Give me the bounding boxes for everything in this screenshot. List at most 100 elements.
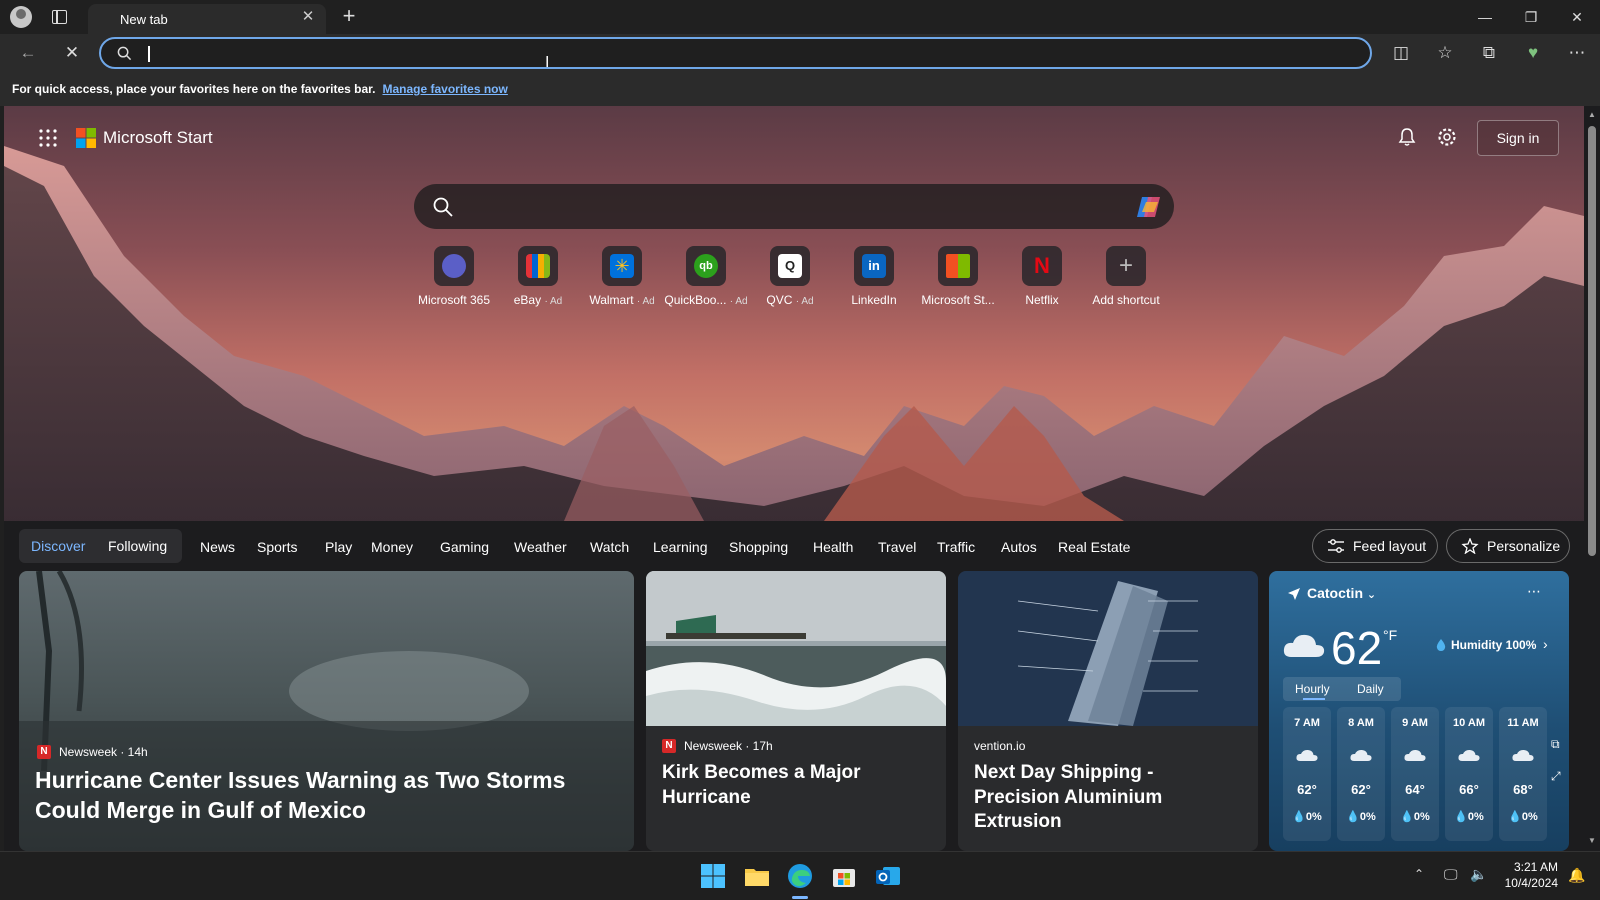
weather-card[interactable]: Catoctin ⌄ ⋯ 62 °F Humidity 100% › Hourl…: [1269, 571, 1569, 851]
volume-icon[interactable]: 🔈: [1470, 866, 1487, 883]
close-window-icon[interactable]: ✕: [1565, 6, 1589, 28]
netflix-icon: N: [1022, 246, 1062, 286]
new-tab-plus-icon[interactable]: +: [338, 5, 360, 27]
settings-gear-icon[interactable]: [1436, 126, 1458, 148]
apps-grid-icon[interactable]: [38, 128, 58, 148]
category-autos[interactable]: Autos: [1001, 538, 1037, 556]
restore-icon[interactable]: ❐: [1519, 6, 1543, 28]
browser-toolbar: ← ✕ ◫ ☆ ⧉ ♥ ⋯: [0, 34, 1600, 72]
precip-value: 0%: [1413, 811, 1430, 823]
hour-time: 10 AM: [1453, 717, 1485, 729]
ad-badge: · Ad: [636, 296, 655, 307]
category-shopping[interactable]: Shopping: [729, 538, 788, 556]
category-learning[interactable]: Learning: [653, 538, 708, 556]
system-clock[interactable]: 3:21 AM 10/4/2024: [1498, 859, 1558, 891]
windows-taskbar: ⌃ 🖵 🔈 3:21 AM 10/4/2024 🔔: [0, 851, 1600, 900]
shortcut-label: Microsoft 365: [417, 293, 491, 307]
outlook-icon[interactable]: [874, 862, 902, 890]
back-arrow-icon[interactable]: ←: [17, 42, 39, 64]
shortcut-walmart[interactable]: ✳ Walmart · Ad: [580, 246, 664, 307]
tab-daily[interactable]: Daily: [1357, 682, 1384, 696]
category-real-estate[interactable]: Real Estate: [1058, 538, 1130, 556]
split-screen-icon[interactable]: ◫: [1390, 42, 1412, 64]
shortcut-ebay[interactable]: eBay · Ad: [496, 246, 580, 307]
windows-start-icon[interactable]: [699, 862, 727, 890]
hour-temp: 64°: [1405, 782, 1425, 797]
shortcut-linkedin[interactable]: in LinkedIn: [832, 246, 916, 307]
personalize-button[interactable]: Personalize: [1446, 529, 1570, 563]
profile-avatar-icon[interactable]: [10, 6, 32, 28]
text-caret: [148, 46, 150, 62]
chevron-right-icon[interactable]: ›: [1543, 636, 1548, 652]
hour-temp: 66°: [1459, 782, 1479, 797]
page-scrollbar[interactable]: ▲ ▼: [1584, 106, 1600, 851]
ad-card-vention[interactable]: vention.io Next Day Shipping - Precision…: [958, 571, 1258, 851]
scroll-up-icon[interactable]: ▲: [1588, 110, 1596, 119]
scroll-thumb[interactable]: [1588, 126, 1596, 556]
notifications-bell-icon[interactable]: [1396, 126, 1418, 148]
shortcut-add[interactable]: + Add shortcut: [1084, 246, 1168, 307]
network-icon[interactable]: 🖵: [1444, 866, 1458, 883]
collections-icon[interactable]: ⧉: [1478, 42, 1500, 64]
shortcut-microsoft-store[interactable]: Microsoft St...: [916, 246, 1000, 307]
sign-in-button[interactable]: Sign in: [1477, 120, 1559, 156]
card-source: Newsweek · 14h: [59, 745, 148, 759]
newsweek-logo-icon: N: [662, 739, 676, 753]
category-weather[interactable]: Weather: [514, 538, 567, 556]
category-money[interactable]: Money: [371, 538, 413, 556]
brand-title[interactable]: Microsoft Start: [103, 128, 213, 148]
shortcut-microsoft-365[interactable]: Microsoft 365: [412, 246, 496, 307]
tab-actions-icon[interactable]: [52, 10, 67, 24]
card-headline[interactable]: Kirk Becomes a Major Hurricane: [662, 761, 922, 810]
shortcut-netflix[interactable]: N Netflix: [1000, 246, 1084, 307]
manage-favorites-link[interactable]: Manage favorites now: [382, 82, 507, 96]
category-gaming[interactable]: Gaming: [440, 538, 489, 556]
category-watch[interactable]: Watch: [590, 538, 629, 556]
search-icon: [433, 197, 453, 217]
category-news[interactable]: News: [200, 538, 235, 556]
tab-close-icon[interactable]: ✕: [300, 9, 316, 25]
browser-essentials-icon[interactable]: ♥: [1522, 42, 1544, 64]
category-play[interactable]: Play: [325, 538, 352, 556]
temperature-unit: °F: [1383, 627, 1398, 643]
shortcut-qvc[interactable]: Q QVC · Ad: [748, 246, 832, 307]
web-search-box[interactable]: [414, 184, 1174, 229]
stop-loading-icon[interactable]: ✕: [61, 42, 83, 64]
shortcut-label: Add shortcut: [1092, 293, 1160, 307]
category-sports[interactable]: Sports: [257, 538, 297, 556]
hour-time: 11 AM: [1507, 717, 1539, 729]
edge-browser-icon[interactable]: [786, 862, 814, 890]
more-options-icon[interactable]: ⋯: [1527, 583, 1541, 600]
category-health[interactable]: Health: [813, 538, 853, 556]
more-menu-icon[interactable]: ⋯: [1566, 42, 1588, 64]
microsoft-store-taskbar-icon[interactable]: [830, 862, 858, 890]
tab-hourly[interactable]: Hourly: [1295, 682, 1330, 696]
address-bar[interactable]: [99, 37, 1372, 69]
feed-layout-button[interactable]: Feed layout: [1312, 529, 1438, 563]
hour-precip: 💧0%: [1400, 811, 1430, 823]
card-headline[interactable]: Hurricane Center Issues Warning as Two S…: [35, 766, 595, 826]
category-traffic[interactable]: Traffic: [937, 538, 975, 556]
scroll-down-icon[interactable]: ▼: [1588, 836, 1596, 845]
news-card-kirk-hurricane[interactable]: N Newsweek · 17h Kirk Becomes a Major Hu…: [646, 571, 946, 851]
category-travel[interactable]: Travel: [878, 538, 916, 556]
tab-new-tab[interactable]: New tab: [88, 4, 326, 34]
browser-window: New tab ✕ + — ❐ ✕ ← ✕ ◫ ☆ ⧉ ♥ ⋯ I For qu…: [0, 0, 1600, 900]
notification-bell-icon[interactable]: 🔔: [1568, 867, 1585, 884]
microsoft-365-icon: [434, 246, 474, 286]
news-card-hurricane-warning[interactable]: N Newsweek · 14h Hurricane Center Issues…: [19, 571, 634, 851]
clock-date: 10/4/2024: [1504, 876, 1558, 890]
minimize-icon[interactable]: —: [1473, 6, 1497, 28]
tab-following[interactable]: Following: [108, 537, 167, 555]
shortcut-quickbooks[interactable]: qb QuickBoo... · Ad: [664, 246, 748, 307]
expand-icon[interactable]: ⤢: [1551, 769, 1561, 784]
file-explorer-icon[interactable]: [743, 862, 771, 890]
copilot-icon[interactable]: [1134, 192, 1164, 222]
chevron-up-icon[interactable]: ⌃: [1414, 867, 1424, 881]
weather-location[interactable]: Catoctin ⌄: [1307, 585, 1376, 601]
map-icon[interactable]: ⧉: [1551, 737, 1560, 752]
card-headline[interactable]: Next Day Shipping - Precision Aluminium …: [974, 761, 1234, 835]
hour-forecast: 8 AM 62° 💧0%: [1337, 707, 1385, 841]
favorites-star-icon[interactable]: ☆: [1434, 42, 1456, 64]
tab-discover[interactable]: Discover: [31, 537, 85, 555]
